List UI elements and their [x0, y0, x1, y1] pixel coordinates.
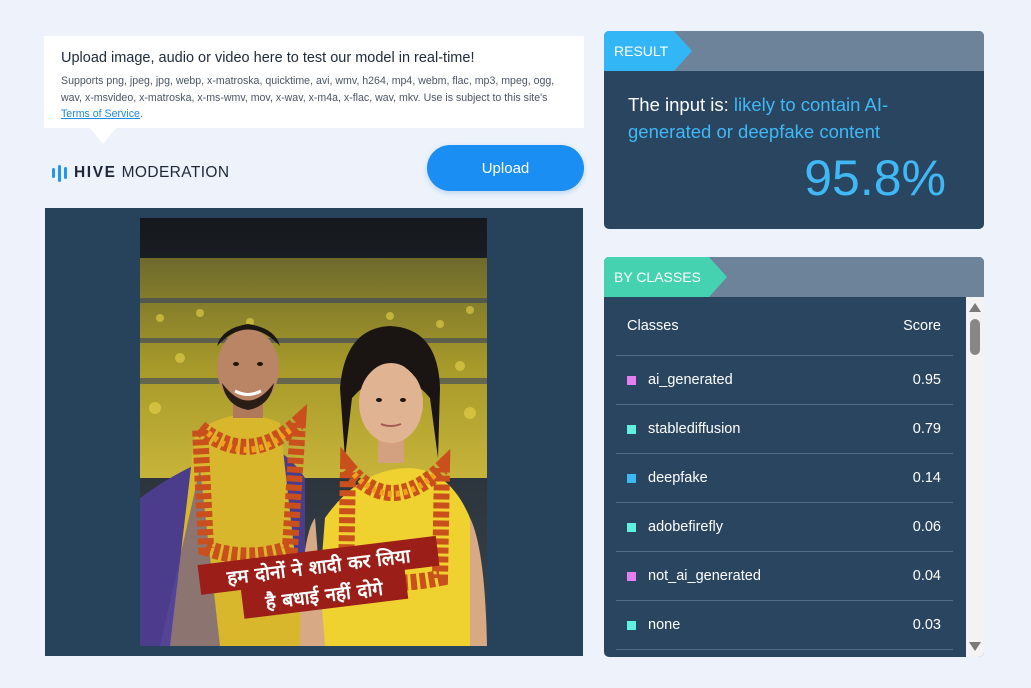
logo-product-text: MODERATION: [121, 164, 230, 181]
class-score: 0.79: [912, 421, 941, 437]
result-tag: RESULT: [604, 31, 692, 71]
upload-info-box: Upload image, audio or video here to tes…: [44, 36, 584, 144]
class-score: 0.95: [912, 372, 941, 388]
class-row: deepfake 0.14: [616, 454, 953, 503]
class-row: stablediffusion 0.79: [616, 405, 953, 454]
result-score: 95.8%: [804, 150, 946, 206]
scroll-up-arrow-icon[interactable]: [969, 303, 981, 312]
class-color-swatch: [627, 424, 636, 434]
scroll-thumb[interactable]: [970, 319, 980, 355]
upload-info-text: Supports png, jpeg, jpg, webp, x-matrosk…: [61, 73, 568, 123]
uploaded-image: हम दोनों ने शादी कर लिया है बधाई नहीं दो…: [140, 218, 487, 646]
class-name: not_ai_generated: [648, 568, 761, 584]
terms-suffix: .: [139, 108, 143, 120]
upload-button[interactable]: Upload: [427, 145, 584, 191]
hive-moderation-logo: HIVE MODERATION: [52, 164, 229, 182]
class-color-swatch: [627, 620, 636, 630]
class-name: none: [648, 617, 681, 633]
class-color-swatch: [627, 571, 636, 581]
classes-table: Classes Score ai_generated 0.95 stablediff…: [616, 297, 953, 657]
classes-rows: ai_generated 0.95 stablediffusion 0.79 deepf…: [616, 356, 953, 650]
scroll-down-arrow-icon[interactable]: [969, 642, 981, 651]
classes-scrollbar[interactable]: [966, 297, 984, 657]
class-color-swatch: [627, 522, 636, 532]
by-classes-tag: BY CLASSES: [604, 257, 727, 297]
media-preview: हम दोनों ने शादी कर लिया है बधाई नहीं दो…: [45, 208, 583, 656]
classes-table-header: Classes Score: [616, 297, 953, 356]
upload-info-title: Upload image, audio or video here to tes…: [61, 50, 475, 66]
supported-formats-text: Supports png, jpeg, jpg, webp, x-matrosk…: [61, 75, 555, 104]
terms-of-service-link[interactable]: Terms of Service: [61, 108, 140, 120]
class-score: 0.04: [912, 568, 941, 584]
class-name: ai_generated: [648, 372, 733, 388]
classes-panel: BY CLASSES Classes Score ai_generated 0.9…: [604, 257, 984, 657]
class-color-swatch: [627, 375, 636, 385]
class-score: 0.14: [912, 470, 941, 486]
class-row: none 0.03: [616, 601, 953, 650]
logo-brand-text: HIVE: [74, 164, 117, 181]
result-verdict-text: The input is: likely to contain AI-gener…: [628, 91, 958, 145]
score-column-header: Score: [903, 318, 941, 334]
class-name: adobefirefly: [648, 519, 723, 535]
result-panel: RESULT The input is: likely to contain A…: [604, 31, 984, 229]
classes-column-header: Classes: [627, 318, 679, 334]
class-score: 0.06: [912, 519, 941, 535]
hive-bars-icon: [52, 164, 67, 182]
classes-panel-header: BY CLASSES: [604, 257, 984, 297]
class-score: 0.03: [912, 617, 941, 633]
class-row: adobefirefly 0.06: [616, 503, 953, 552]
class-row: ai_generated 0.95: [616, 356, 953, 405]
class-name: stablediffusion: [648, 421, 741, 437]
result-prefix: The input is:: [628, 94, 734, 115]
class-color-swatch: [627, 473, 636, 483]
class-row: not_ai_generated 0.04: [616, 552, 953, 601]
result-panel-header: RESULT: [604, 31, 984, 71]
class-name: deepfake: [648, 470, 708, 486]
